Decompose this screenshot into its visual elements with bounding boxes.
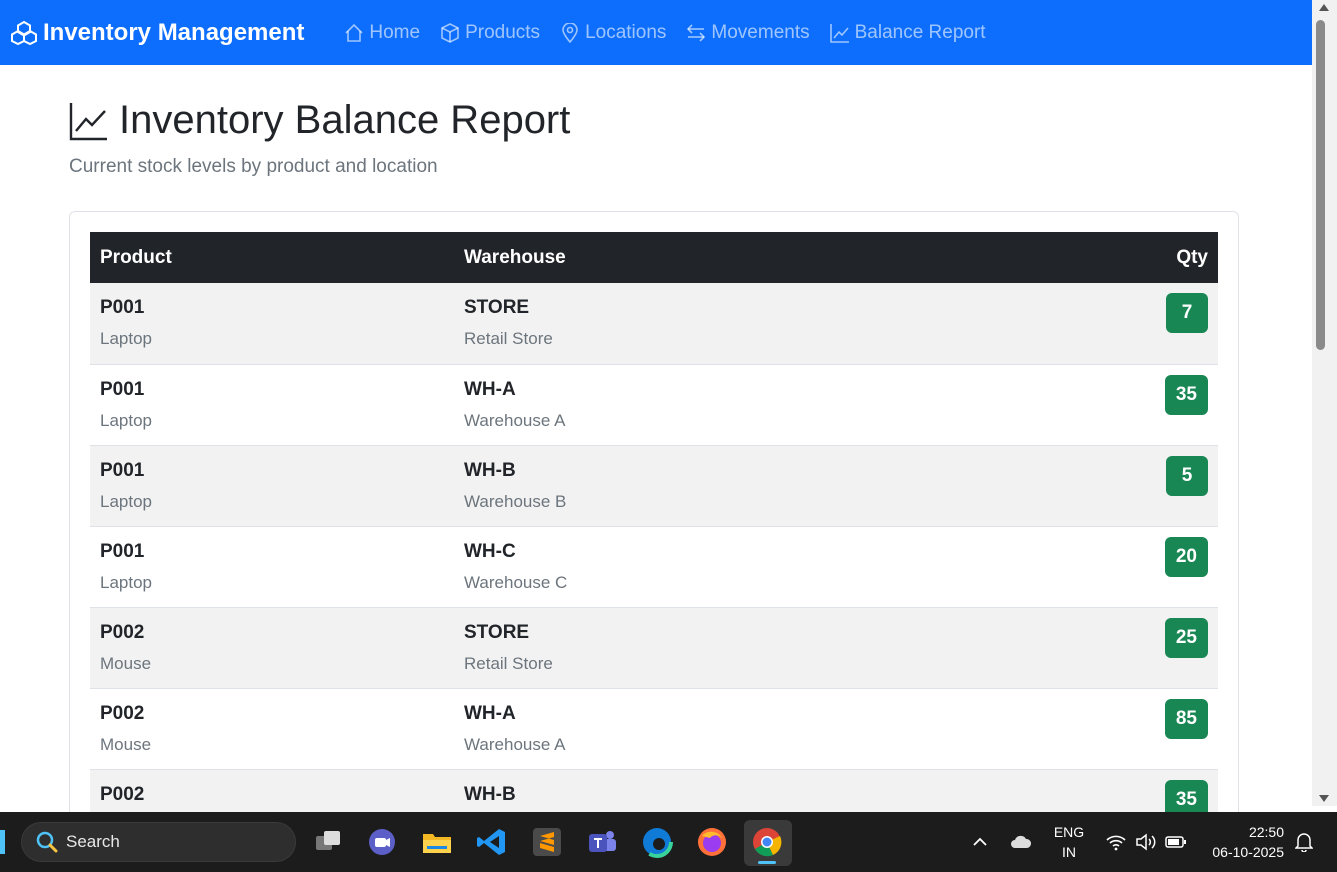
product-code: P002 — [100, 783, 145, 805]
warehouse-name: Warehouse A — [464, 410, 566, 430]
table-row: P001 Laptop WH-B Warehouse B 5 — [90, 445, 1218, 526]
qty-badge: 85 — [1164, 698, 1208, 739]
nav-movements-label: Movements — [711, 21, 810, 43]
table-header-row: Product Warehouse Qty — [90, 232, 1218, 283]
language-indicator[interactable]: ENG IN — [1052, 822, 1086, 862]
top-navbar: Inventory Management Home Products Locat… — [0, 0, 1312, 65]
clock-time: 22:50 — [1248, 824, 1284, 840]
product-name: Laptop — [100, 410, 152, 430]
search-icon — [36, 831, 58, 853]
table-row: P001 Laptop STORE Retail Store 7 — [90, 283, 1218, 364]
nav-locations-label: Locations — [585, 21, 667, 43]
header-qty: Qty — [1176, 246, 1208, 268]
warehouse-code: WH-B — [464, 783, 516, 805]
warehouse-name: Warehouse C — [464, 572, 568, 592]
warehouse-code: WH-B — [464, 459, 516, 481]
onedrive-cloud-icon[interactable] — [1010, 834, 1032, 850]
warehouse-code: WH-A — [464, 378, 516, 400]
nav-balance-report[interactable]: Balance Report — [829, 21, 986, 44]
house-icon — [345, 23, 363, 42]
chevron-up-icon[interactable] — [972, 834, 988, 850]
file-explorer-icon[interactable] — [421, 826, 453, 858]
vertical-scrollbar[interactable] — [1312, 0, 1337, 806]
product-name: Mouse — [100, 734, 152, 754]
taskbar-search[interactable]: Search — [21, 822, 296, 862]
product-code: P001 — [100, 540, 145, 562]
lang-code: ENG — [1053, 824, 1085, 840]
nav-movements[interactable]: Movements — [686, 21, 810, 44]
warehouse-name: Retail Store — [464, 329, 553, 348]
nav-locations[interactable]: Locations — [560, 22, 666, 44]
active-app-indicator — [758, 861, 776, 864]
volume-icon[interactable] — [1135, 833, 1157, 851]
product-code: P002 — [100, 702, 145, 724]
page-title-text: Inventory Balance Report — [119, 98, 571, 142]
qty-badge: 7 — [1166, 293, 1208, 333]
table-row: P001 Laptop WH-C Warehouse C 20 — [90, 526, 1218, 607]
header-product: Product — [100, 246, 172, 268]
nav-home[interactable]: Home — [344, 22, 420, 44]
warehouse-code: STORE — [464, 621, 530, 643]
graph-up-icon — [829, 23, 849, 43]
scrollbar-thumb[interactable] — [1316, 20, 1325, 350]
product-code: P002 — [100, 621, 145, 643]
search-placeholder: Search — [66, 832, 120, 851]
product-code: P001 — [100, 459, 145, 481]
page-title: Inventory Balance Report — [69, 98, 570, 143]
product-name: Mouse — [100, 653, 152, 673]
scroll-up-arrow-icon[interactable] — [1319, 4, 1329, 11]
balance-table: Product Warehouse Qty P001 Laptop STORE Re… — [90, 232, 1218, 830]
brand-label: Inventory Management — [43, 18, 305, 46]
task-view-icon[interactable] — [312, 826, 344, 858]
product-name: Laptop — [100, 491, 152, 511]
chrome-icon[interactable] — [751, 826, 783, 858]
warehouse-code: STORE — [464, 297, 530, 318]
warehouse-code: WH-C — [464, 540, 516, 562]
balance-card: Product Warehouse Qty P001 Laptop STORE Re… — [69, 211, 1239, 831]
teams-icon[interactable] — [586, 826, 618, 858]
product-name: Laptop — [100, 572, 152, 592]
chat-icon[interactable] — [366, 826, 398, 858]
product-name: Laptop — [100, 329, 152, 348]
edge-browser-icon[interactable] — [641, 826, 673, 858]
wifi-icon[interactable] — [1106, 833, 1126, 851]
scroll-down-arrow-icon[interactable] — [1319, 795, 1329, 802]
sublime-text-icon[interactable] — [531, 826, 563, 858]
qty-badge: 25 — [1164, 617, 1208, 658]
warehouse-code: WH-A — [464, 702, 516, 724]
warehouse-name: Warehouse A — [464, 734, 566, 754]
nav-products-label: Products — [465, 21, 541, 43]
table-row: P002 Mouse STORE Retail Store 25 — [90, 607, 1218, 688]
lang-region: IN — [1062, 844, 1076, 860]
warehouse-name: Retail Store — [464, 653, 553, 673]
product-code: P001 — [100, 297, 145, 318]
page-subtitle: Current stock levels by product and loca… — [69, 156, 438, 177]
warehouse-name: Warehouse B — [464, 491, 567, 511]
geo-pin-icon — [562, 22, 578, 43]
windows-taskbar: Search ENG IN 22:50 06-10-2025 — [0, 812, 1337, 872]
brand-link[interactable]: Inventory Management — [11, 19, 304, 47]
table-row: P001 Laptop WH-A Warehouse A 35 — [90, 364, 1218, 445]
nav-home-label: Home — [369, 21, 421, 43]
notification-bell-icon[interactable] — [1295, 832, 1313, 852]
battery-icon[interactable] — [1165, 834, 1187, 850]
system-clock[interactable]: 22:50 06-10-2025 — [1200, 822, 1284, 862]
firefox-icon[interactable] — [696, 826, 728, 858]
nav-balance-report-label: Balance Report — [854, 21, 986, 43]
graph-up-icon — [69, 102, 107, 140]
qty-badge: 35 — [1164, 374, 1208, 415]
start-button[interactable] — [0, 830, 5, 854]
arrow-left-right-icon — [687, 23, 706, 42]
product-code: P001 — [100, 378, 145, 400]
boxes-icon — [11, 20, 37, 45]
table-row: P002 Mouse WH-A Warehouse A 85 — [90, 688, 1218, 769]
qty-badge: 20 — [1164, 536, 1208, 577]
clock-date: 06-10-2025 — [1212, 844, 1284, 860]
qty-badge: 5 — [1166, 455, 1208, 496]
box-icon — [441, 22, 459, 43]
nav-products[interactable]: Products — [440, 22, 540, 44]
header-warehouse: Warehouse — [464, 246, 566, 268]
vscode-icon[interactable] — [476, 826, 508, 858]
